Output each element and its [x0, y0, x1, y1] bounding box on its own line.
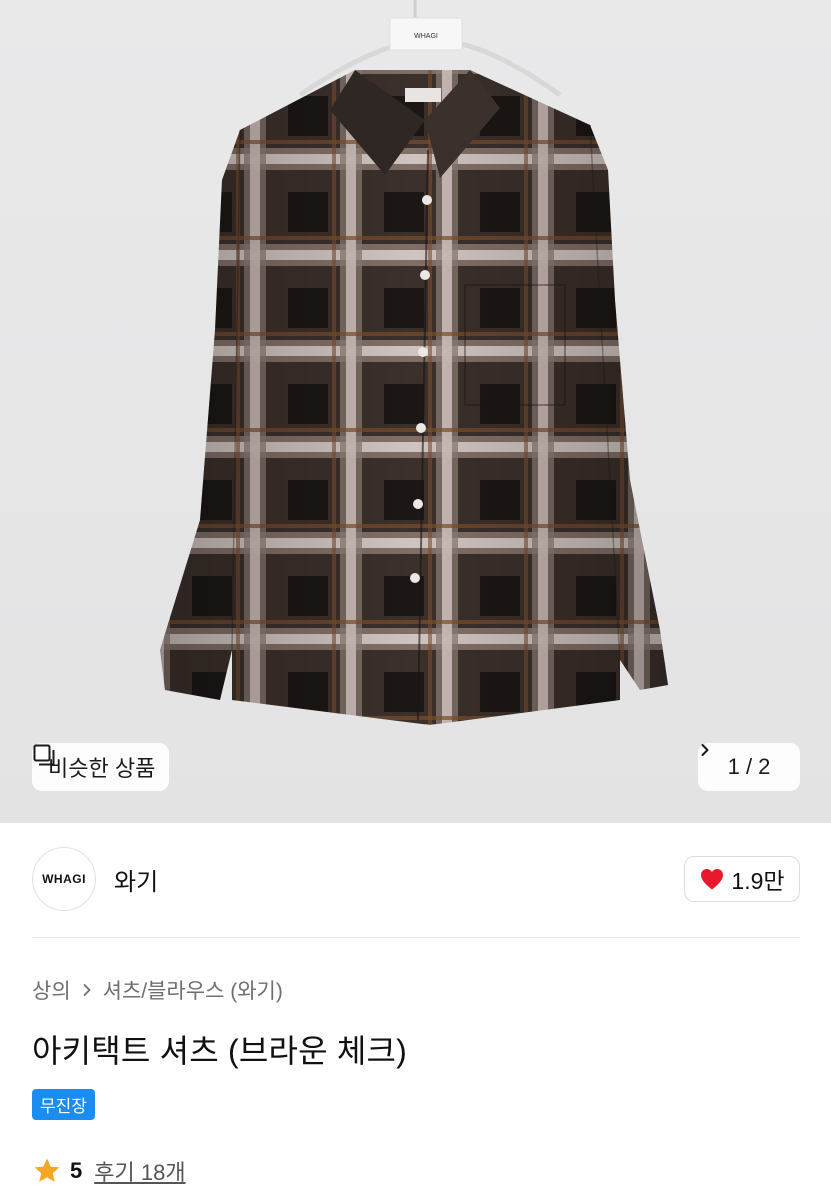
breadcrumb: 상의 셔츠/블라우스 (와기): [32, 974, 283, 1006]
image-pager[interactable]: 1 / 2: [698, 743, 800, 791]
heart-icon: [701, 869, 724, 890]
similar-items-button[interactable]: 비슷한 상품: [32, 743, 170, 791]
hanger-tag: WHAGI: [414, 33, 438, 40]
brand-name[interactable]: 와기: [114, 862, 158, 897]
product-image[interactable]: WHAGI 비슷한 상품 1 / 2: [0, 0, 831, 823]
rating-row: 5 후기 18개: [32, 1154, 186, 1188]
brand-logo[interactable]: WHAGI: [32, 847, 96, 911]
section-divider: [32, 937, 800, 938]
chevron-right-icon: [701, 744, 709, 756]
like-button[interactable]: 1.9만: [684, 856, 800, 902]
shirt-photo: WHAGI: [160, 0, 668, 725]
image-pager-count: 1 / 2: [727, 754, 771, 779]
similar-items-label: 비슷한 상품: [48, 756, 156, 781]
reviews-link[interactable]: 후기 18개: [94, 1155, 185, 1187]
shipping-badge-label: 무진장: [40, 1097, 87, 1116]
like-count: 1.9만: [731, 868, 785, 894]
breadcrumb-item-category[interactable]: 상의: [32, 975, 71, 1005]
shipping-badge: 무진장: [32, 1089, 95, 1120]
rating-value: 5: [70, 1158, 83, 1183]
product-title: 아키택트 셔츠 (브라운 체크): [32, 1033, 408, 1069]
breadcrumb-item-subcategory[interactable]: 셔츠/블라우스 (와기): [103, 975, 283, 1005]
chevron-right-icon: [83, 984, 91, 996]
similar-items-icon: [33, 744, 55, 766]
star-icon: [34, 1158, 60, 1182]
brand-logo-text: WHAGI: [42, 872, 86, 886]
brand-row: WHAGI 와기 1.9만: [32, 846, 800, 912]
